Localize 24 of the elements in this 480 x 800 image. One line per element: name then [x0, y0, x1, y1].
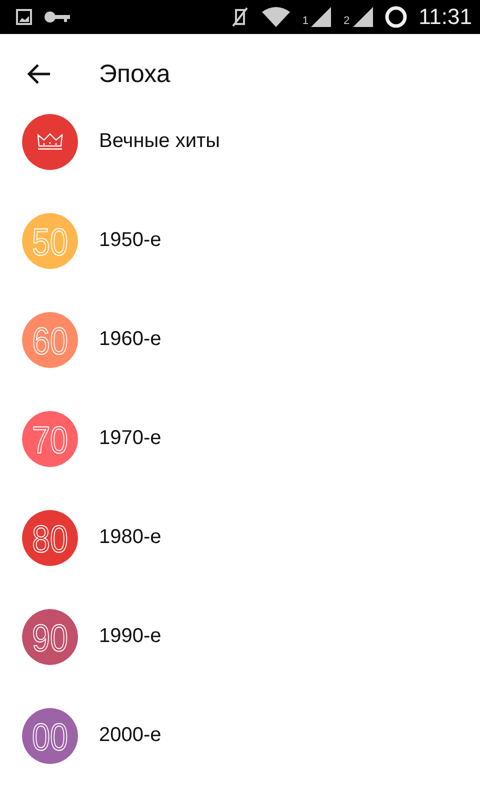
number-badge: 90	[22, 608, 78, 664]
key-icon	[44, 10, 70, 24]
era-list-item[interactable]: 60 1960-е	[0, 290, 480, 389]
era-list-item[interactable]: Вечные хиты	[0, 92, 480, 191]
era-list-item[interactable]: 00 2000-е	[0, 686, 480, 785]
era-list-item[interactable]: 90 1990-е	[0, 587, 480, 686]
clock-time: 11:31	[418, 4, 472, 30]
image-icon	[16, 9, 32, 25]
sim-label: 2	[343, 15, 350, 27]
era-list-item[interactable]: 50 1950-е	[0, 191, 480, 290]
sim-label: 1	[302, 15, 308, 27]
number-badge: 70	[22, 410, 78, 466]
signal-icon	[311, 7, 332, 27]
battery-ring-icon	[384, 6, 407, 28]
era-list-item[interactable]: 70 1970-е	[0, 389, 480, 488]
era-list-item[interactable]: 80 1980-е	[0, 488, 480, 587]
number-badge: 80	[22, 510, 78, 566]
screen-title: Эпоха	[99, 60, 170, 88]
wifi-icon	[262, 7, 290, 27]
number-badge: 00	[22, 708, 78, 764]
number-badge: 60	[22, 312, 78, 368]
signal-icon	[352, 7, 373, 27]
number-badge: 50	[22, 212, 78, 268]
muted-vibrate-icon	[230, 6, 250, 28]
